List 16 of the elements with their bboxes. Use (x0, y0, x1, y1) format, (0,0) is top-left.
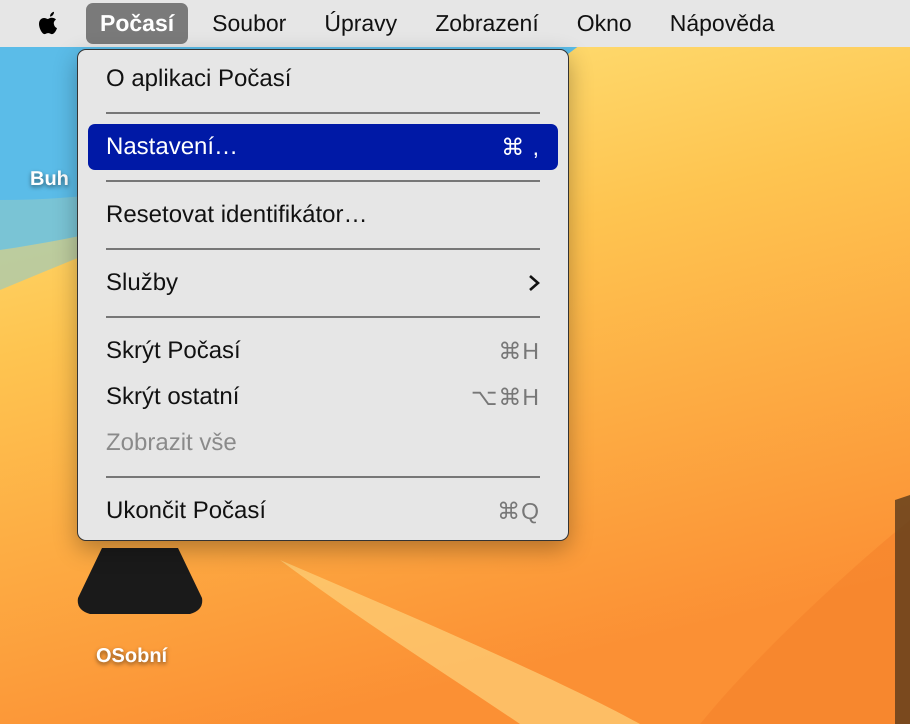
desktop-icon-label: Buh (30, 168, 69, 191)
menu-bar-item[interactable]: Okno (562, 3, 646, 44)
menu-bar-item[interactable]: Počasí (86, 3, 188, 44)
menu-bar-item[interactable]: Soubor (198, 3, 300, 44)
menu-bar-item[interactable]: Zobrazení (421, 3, 553, 44)
menu-item[interactable]: O aplikaci Počasí (88, 56, 558, 102)
menu-bar-item[interactable]: Nápověda (656, 3, 789, 44)
menu-item[interactable]: Ukončit Počasí ⌘Q (88, 488, 558, 534)
menu-item[interactable]: Služby (88, 260, 558, 306)
menu-item[interactable]: Resetovat identifikátor… (88, 192, 558, 238)
menu-item[interactable]: Skrýt Počasí ⌘H (88, 328, 558, 374)
menu-item[interactable]: Nastavení… ⌘ , (88, 124, 558, 170)
chevron-right-icon (528, 274, 540, 292)
menu-bar-item[interactable]: Úpravy (310, 3, 412, 44)
menu-item[interactable]: Skrýt ostatní ⌥⌘H (88, 374, 558, 420)
desktop-icon-label: OSobní (96, 645, 168, 668)
